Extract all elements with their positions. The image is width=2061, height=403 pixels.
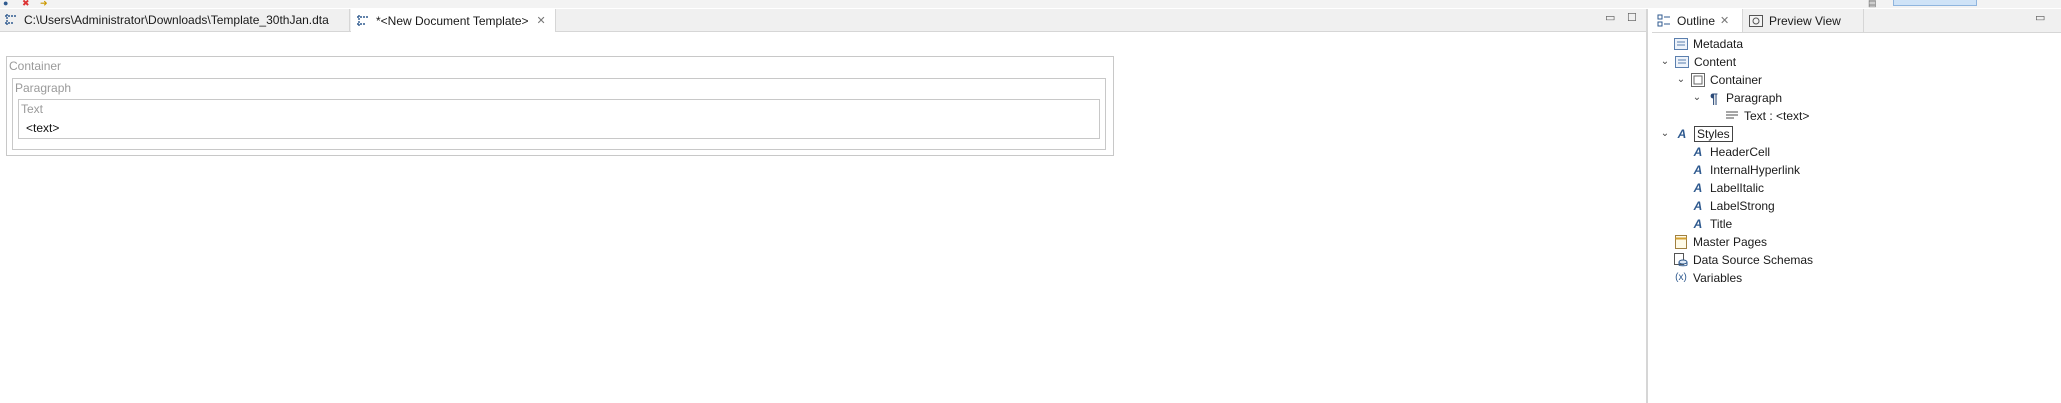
- data-source-icon: [1673, 252, 1689, 268]
- tree-item-paragraph[interactable]: ⌄ ¶ Paragraph: [1690, 89, 1782, 106]
- text-block[interactable]: Text <text>: [18, 99, 1100, 139]
- tree-item-label: Metadata: [1693, 36, 1744, 51]
- tree-item-label: InternalHyperlink: [1710, 162, 1801, 177]
- style-icon: A: [1677, 126, 1687, 141]
- container-block[interactable]: Container Paragraph Text <text>: [6, 56, 1114, 156]
- metadata-icon: [1673, 36, 1689, 52]
- tree-item-styles[interactable]: ⌄ A Styles: [1658, 125, 1733, 142]
- tree-item-label: Styles: [1694, 125, 1733, 142]
- tab-template-file[interactable]: C:\Users\Administrator\Downloads\Templat…: [0, 9, 350, 31]
- minimize-button[interactable]: ▭: [1605, 11, 1615, 24]
- tree-item-variables[interactable]: (x) Variables: [1673, 269, 1742, 286]
- tab-new-document-template[interactable]: *<New Document Template> ✕: [351, 9, 556, 32]
- tree-item-label: Text : <text>: [1744, 108, 1810, 123]
- tree-item-style[interactable]: A LabelStrong: [1690, 197, 1775, 214]
- tab-preview-view[interactable]: Preview View: [1744, 9, 1864, 32]
- chevron-down-icon[interactable]: ⌄: [1690, 91, 1704, 105]
- tree-item-style[interactable]: A Title: [1690, 215, 1733, 232]
- tree-item-metadata[interactable]: Metadata: [1673, 35, 1743, 52]
- style-icon: A: [1693, 144, 1703, 159]
- text-value[interactable]: <text>: [26, 121, 59, 135]
- tree-item-label: Container: [1710, 72, 1763, 87]
- tab-outline-label: Outline: [1677, 13, 1716, 28]
- tab-new-document-template-label: *<New Document Template>: [376, 13, 529, 28]
- container-label: Container: [9, 59, 62, 73]
- design-canvas[interactable]: Container Paragraph Text <text>: [0, 32, 1646, 403]
- master-pages-icon: [1673, 234, 1689, 250]
- tab-template-file-label: C:\Users\Administrator\Downloads\Templat…: [24, 13, 329, 27]
- perspective-active[interactable]: [1893, 0, 1977, 6]
- error-icon[interactable]: ✖: [22, 0, 30, 8]
- style-icon: A: [1693, 198, 1703, 213]
- tree-item-label: LabelItalic: [1710, 180, 1765, 195]
- editor-tab-bar: C:\Users\Administrator\Downloads\Templat…: [0, 9, 1646, 32]
- tree-item-label: HeaderCell: [1710, 144, 1771, 159]
- content-icon: [1674, 54, 1690, 70]
- tree-item-content[interactable]: ⌄ Content: [1658, 53, 1736, 70]
- tree-item-label: Paragraph: [1726, 90, 1783, 105]
- open-perspective-icon[interactable]: ▤: [1868, 0, 1877, 8]
- arrow-icon[interactable]: ➜: [40, 0, 48, 8]
- tree-item-label: Data Source Schemas: [1693, 252, 1814, 267]
- style-icon: A: [1693, 162, 1703, 177]
- toolbar-icon[interactable]: ●: [3, 0, 8, 8]
- minimize-button[interactable]: ▭: [2035, 11, 2045, 24]
- chevron-down-icon[interactable]: ⌄: [1658, 55, 1672, 69]
- tree-item-style[interactable]: A HeaderCell: [1690, 143, 1770, 160]
- preview-icon: [1749, 14, 1763, 28]
- perspective-other[interactable]: [1985, 0, 2061, 6]
- text-icon: [1724, 108, 1740, 124]
- tree-item-text[interactable]: Text : <text>: [1724, 107, 1809, 124]
- top-toolbar-strip: ● ✖ ➜ ▤: [0, 0, 2061, 8]
- tree-item-style[interactable]: A InternalHyperlink: [1690, 161, 1800, 178]
- maximize-button[interactable]: ☐: [1627, 11, 1637, 24]
- editor-area: C:\Users\Administrator\Downloads\Templat…: [0, 9, 1648, 403]
- chevron-down-icon[interactable]: ⌄: [1674, 73, 1688, 87]
- container-icon: [1690, 72, 1706, 88]
- tab-outline[interactable]: Outline ✕: [1652, 9, 1743, 32]
- paragraph-icon: ¶: [1710, 89, 1718, 106]
- tree-item-label: Master Pages: [1693, 234, 1768, 249]
- tree-item-label: LabelStrong: [1710, 198, 1775, 213]
- close-icon[interactable]: ✕: [537, 14, 546, 27]
- tab-preview-view-label: Preview View: [1769, 13, 1841, 28]
- outline-icon: [1657, 14, 1671, 28]
- paragraph-block[interactable]: Paragraph Text <text>: [12, 78, 1106, 150]
- close-icon[interactable]: ✕: [1720, 14, 1729, 27]
- outline-panel: Outline ✕ Preview View ▭ Metadata ⌄ Cont…: [1652, 9, 2061, 403]
- tree-item-label: Title: [1710, 216, 1733, 231]
- style-icon: A: [1693, 180, 1703, 195]
- tree-item-container[interactable]: ⌄ Container: [1674, 71, 1762, 88]
- tree-item-label: Variables: [1693, 270, 1743, 285]
- tree-item-label: Content: [1694, 54, 1737, 69]
- tree-item-data-source-schemas[interactable]: Data Source Schemas: [1673, 251, 1813, 268]
- text-label: Text: [21, 102, 44, 116]
- variables-icon: (x): [1675, 272, 1687, 283]
- template-file-icon: [356, 14, 370, 28]
- template-file-icon: [4, 13, 18, 27]
- chevron-down-icon[interactable]: ⌄: [1658, 127, 1672, 141]
- outline-tab-bar: Outline ✕ Preview View ▭: [1652, 9, 2061, 33]
- style-icon: A: [1693, 216, 1703, 231]
- tree-item-style[interactable]: A LabelItalic: [1690, 179, 1764, 196]
- tree-item-master-pages[interactable]: Master Pages: [1673, 233, 1767, 250]
- paragraph-label: Paragraph: [15, 81, 72, 95]
